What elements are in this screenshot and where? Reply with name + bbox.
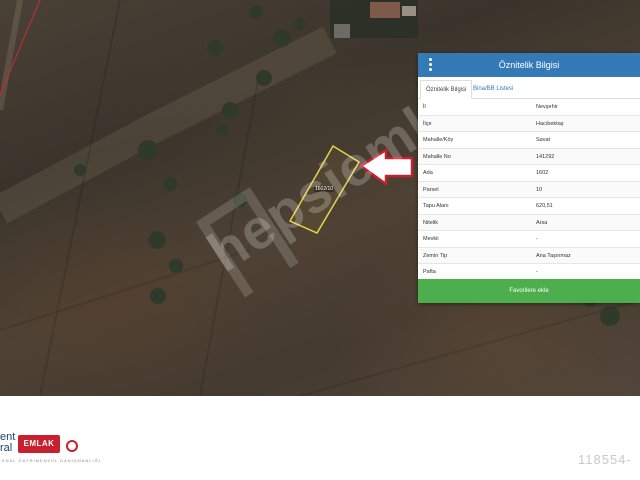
row-key: Mahalle/Köy <box>423 137 454 143</box>
brand-badge: EMLAK <box>18 435 60 453</box>
tab-building-list[interactable]: Bina/BB Listesi <box>468 80 518 99</box>
kebab-menu-icon[interactable] <box>428 58 434 72</box>
table-row: Mahalle/Köy Savat <box>418 132 640 149</box>
row-value: 10 <box>536 186 543 193</box>
brand-line-2: ral <box>0 442 13 454</box>
attribute-table: İl Nevşehir İlçe Hacıbektaş Mahalle/Köy Sav… <box>418 99 640 281</box>
row-value: 620,51 <box>536 203 553 209</box>
table-row: Zemin Tip Ana Taşınmaz <box>418 247 640 264</box>
row-key: Tapu Alanı <box>423 203 449 209</box>
row-value: Savat <box>536 137 551 143</box>
row-value: - <box>536 269 538 275</box>
building-roof <box>370 2 400 18</box>
row-key: Nitelik <box>423 219 438 226</box>
table-row: Mevkii - <box>418 231 640 248</box>
table-row: Ada 1602 <box>418 165 640 182</box>
row-key: Parsel <box>423 186 439 193</box>
row-value: Nevşehir <box>536 104 558 110</box>
panel-title: Öznitelik Bilgisi <box>498 60 560 70</box>
panel-header: Öznitelik Bilgisi <box>418 53 640 77</box>
row-key: Pafta <box>423 269 436 275</box>
row-value: Hacıbektaş <box>536 120 564 127</box>
table-row: Nitelik Arsa <box>418 214 640 231</box>
row-value: 141292 <box>536 153 555 160</box>
row-key: Zemin Tip <box>423 252 448 259</box>
brand-tagline: ENAL GAYRİMENKUL DANIŞMANLIĞI <box>2 458 101 463</box>
brand-name: ent ral <box>0 432 15 454</box>
row-key: Ada <box>423 170 433 176</box>
panel-tabs: Öznitelik Bilgisi Bina/BB Listesi <box>418 77 640 99</box>
field-boundary <box>299 299 640 396</box>
building-roof <box>334 24 350 38</box>
field-boundary <box>0 249 251 331</box>
row-value: Ana Taşınmaz <box>536 252 571 259</box>
row-key: İl <box>423 104 426 110</box>
table-row: İl Nevşehir <box>418 99 640 116</box>
row-value: 1602 <box>536 170 549 176</box>
row-value: Arsa <box>536 219 548 226</box>
add-to-favorites-button[interactable]: Favorilere ekle <box>418 279 640 303</box>
attribute-panel: Öznitelik Bilgisi Öznitelik Bilgisi Bina… <box>418 53 640 303</box>
satellite-map[interactable]: 1602/10 hepsiemlak Öznitelik Bilgisi Özn… <box>0 0 640 396</box>
row-key: Mevkii <box>423 236 439 242</box>
footer <box>0 396 640 480</box>
tab-attributes[interactable]: Öznitelik Bilgisi <box>420 80 473 99</box>
row-key: Mahalle No <box>423 153 451 160</box>
tag-icon <box>66 440 78 452</box>
table-row: Tapu Alanı 620,51 <box>418 198 640 215</box>
table-row: İlçe Hacıbektaş <box>418 115 640 132</box>
row-value: - <box>536 236 538 242</box>
table-row: Mahalle No 141292 <box>418 148 640 165</box>
building-roof <box>402 6 416 16</box>
listing-number: 118554- <box>578 452 632 467</box>
row-key: İlçe <box>423 120 432 127</box>
table-row: Parsel 10 <box>418 181 640 198</box>
screenshot-root: 1602/10 hepsiemlak Öznitelik Bilgisi Özn… <box>0 0 640 480</box>
